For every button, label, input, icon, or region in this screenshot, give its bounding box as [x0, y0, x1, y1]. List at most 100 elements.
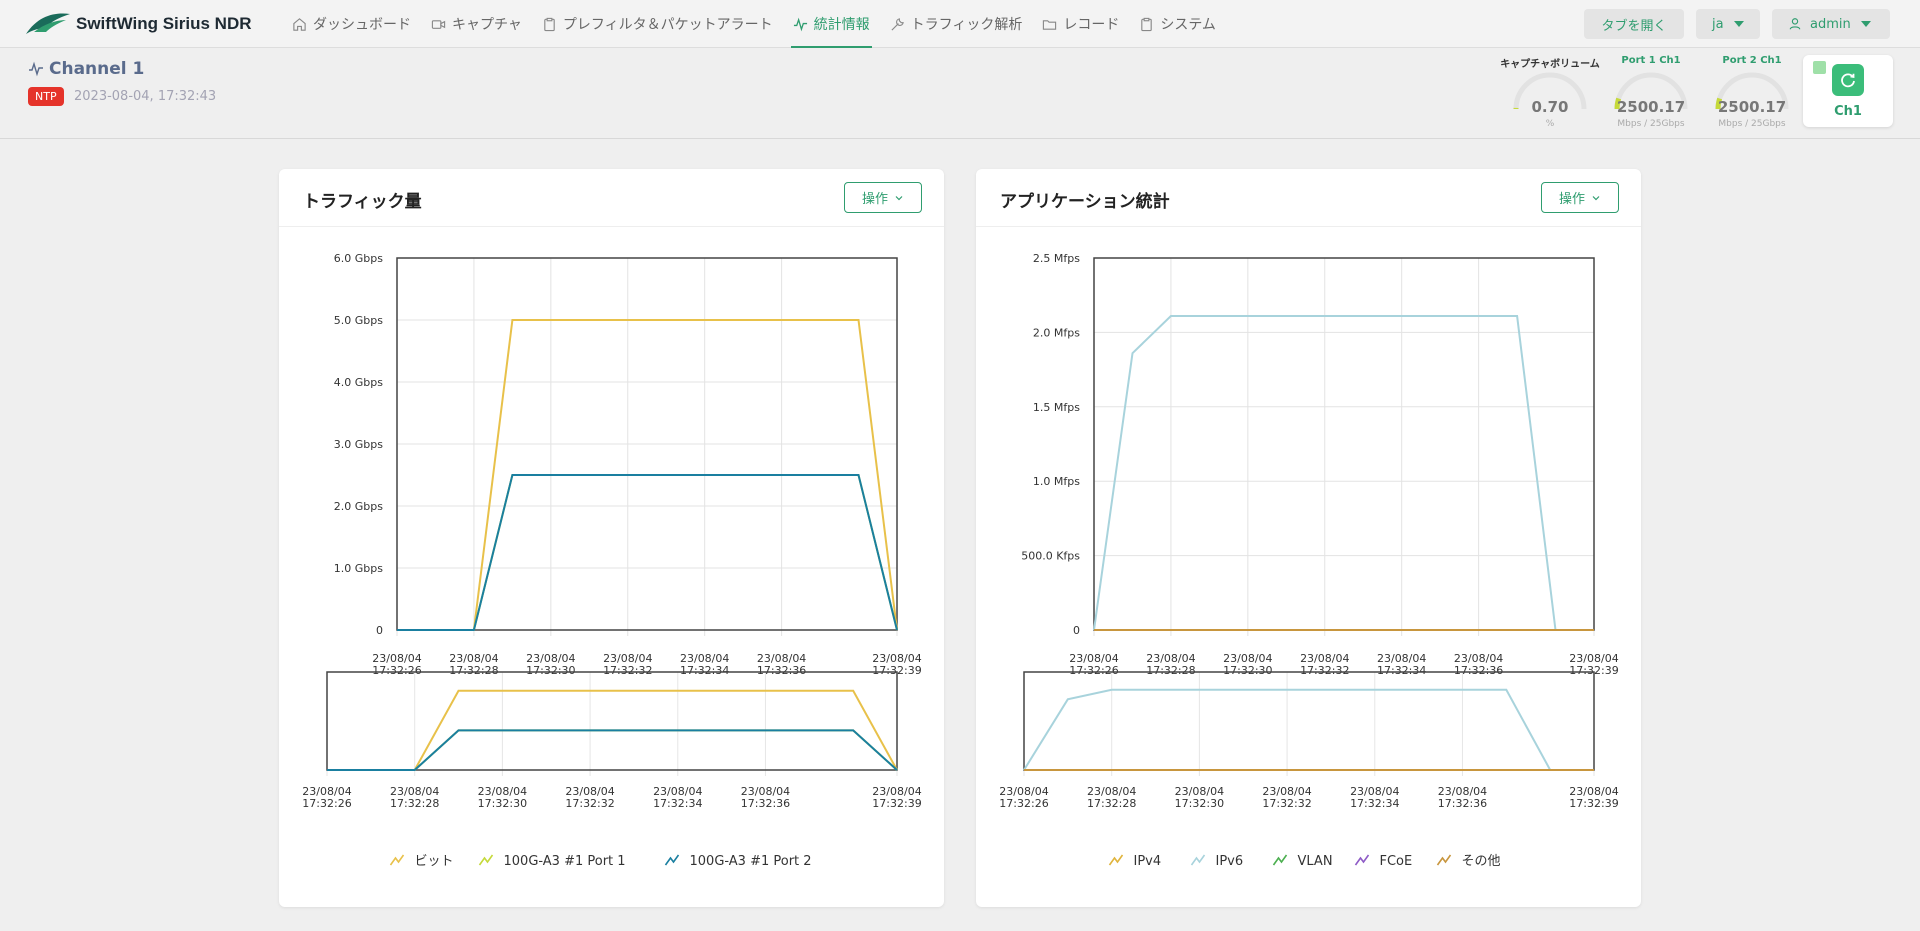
- x-tick-time: 17:32:28: [390, 797, 439, 810]
- gauge: Port 1 Ch1 2500.17 Mbps / 25Gbps: [1601, 55, 1701, 135]
- x-tick-time: 17:32:34: [1350, 797, 1399, 810]
- x-tick-time: 17:32:32: [565, 797, 614, 810]
- gauge-label: Port 1 Ch1: [1621, 55, 1681, 66]
- nav-item-label: トラフィック解析: [910, 17, 1023, 33]
- y-tick-label: 0: [376, 624, 383, 637]
- x-tick-time: 17:32:34: [1377, 664, 1426, 677]
- nav-item-label: キャプチャ: [452, 17, 522, 33]
- plot-border: [1093, 257, 1595, 631]
- legend-swatch: [664, 854, 680, 866]
- legend-item[interactable]: 100G-A3 #1 Port 1: [478, 854, 626, 869]
- legend-label: IPv4: [1134, 854, 1162, 869]
- nav-item-statistics[interactable]: 統計情報: [783, 0, 880, 48]
- legend-label: FCoE: [1380, 854, 1413, 869]
- navigator-border: [326, 671, 898, 771]
- series-line: [397, 474, 898, 631]
- status-indicator: [1813, 61, 1826, 74]
- y-tick-label: 1.0 Gbps: [334, 562, 383, 575]
- channel-timestamp: 2023-08-04, 17:32:43: [74, 89, 217, 104]
- gauge-value: 0.70: [1531, 98, 1569, 116]
- legend-swatch: [478, 854, 494, 866]
- toolbar: タブを開く ja admin: [1584, 9, 1890, 39]
- y-tick-label: 6.0 Gbps: [334, 252, 383, 265]
- x-tick-time: 17:32:28: [1146, 664, 1195, 677]
- y-tick-label: 0: [1073, 624, 1080, 637]
- legend-item[interactable]: その他: [1436, 854, 1501, 869]
- user-menu[interactable]: admin: [1772, 9, 1890, 39]
- traffic-panel: トラフィック量 操作 0 1.0 Gbps 2.0 Gbps 3.0 Gbps 4.0 …: [279, 169, 944, 907]
- x-tick-time: 17:32:26: [999, 797, 1048, 810]
- nav-item-label: プレフィルタ＆パケットアラート: [562, 17, 773, 33]
- legend-item[interactable]: 100G-A3 #1 Port 2: [664, 854, 812, 869]
- nav-item-capture[interactable]: キャプチャ: [421, 0, 532, 48]
- clipboard-icon: [544, 17, 555, 31]
- nav-item-prefilter[interactable]: プレフィルタ＆パケットアラート: [532, 0, 783, 48]
- nav-item-dashboard[interactable]: ダッシュボード: [282, 0, 421, 48]
- y-tick-label: 3.0 Gbps: [334, 438, 383, 451]
- x-tick-time: 17:32:36: [757, 664, 806, 677]
- navigator-series-line: [327, 729, 898, 771]
- gridlines: [396, 257, 898, 636]
- y-tick-label: 1.5 Mfps: [1033, 401, 1080, 414]
- legend-label: IPv6: [1216, 854, 1244, 869]
- actions-label: 操作: [861, 192, 888, 207]
- x-tick-time: 17:32:36: [1438, 797, 1487, 810]
- y-tick-label: 1.0 Mfps: [1033, 475, 1080, 488]
- caret-down-icon: [1860, 21, 1871, 27]
- x-tick-time: 17:32:30: [526, 664, 575, 677]
- x-tick-time: 17:32:28: [449, 664, 498, 677]
- gauge-value: 2500.17: [1717, 98, 1787, 116]
- panel-header: アプリケーション統計 操作: [976, 169, 1641, 227]
- x-tick-time: 17:32:26: [302, 797, 351, 810]
- x-tick-time: 17:32:32: [603, 664, 652, 677]
- nav-item-label: レコード: [1063, 17, 1120, 33]
- x-tick-time: 17:32:32: [1262, 797, 1311, 810]
- navigator-series-line: [327, 729, 898, 771]
- chevron-down-icon: [1592, 195, 1600, 200]
- nav-item-label: 統計情報: [813, 17, 870, 33]
- brand[interactable]: SwiftWing Sirius NDR: [24, 10, 252, 38]
- legend-item[interactable]: ビット: [389, 854, 454, 869]
- x-tick-time: 17:32:36: [1454, 664, 1503, 677]
- open-tab-label: タブを開く: [1601, 18, 1667, 34]
- x-tick-time: 17:32:30: [1223, 664, 1272, 677]
- legend-swatch: [1190, 854, 1206, 866]
- language-value: ja: [1712, 16, 1724, 32]
- activity-icon: [793, 17, 807, 31]
- home-icon: [293, 17, 306, 31]
- legend-label: 100G-A3 #1 Port 2: [690, 854, 812, 869]
- channel-card[interactable]: Ch1: [1803, 55, 1893, 127]
- actions-dropdown-button[interactable]: 操作: [1541, 182, 1619, 213]
- gauge-label: キャプチャボリューム: [1500, 59, 1600, 70]
- gauge-unit: %: [1545, 119, 1555, 129]
- y-tick-label: 2.0 Gbps: [334, 500, 383, 513]
- language-select[interactable]: ja: [1696, 9, 1760, 39]
- actions-dropdown-button[interactable]: 操作: [844, 182, 922, 213]
- y-tick-label: 5.0 Gbps: [334, 314, 383, 327]
- gauge-unit: Mbps / 25Gbps: [1718, 119, 1786, 129]
- application-chart: 0 500.0 Kfps 1.0 Mfps 1.5 Mfps 2.0 Mfps 2.5 M…: [999, 252, 1618, 869]
- legend-swatch: [1436, 854, 1452, 866]
- nav-item-system[interactable]: システム: [1129, 0, 1226, 48]
- open-tab-button[interactable]: タブを開く: [1584, 9, 1684, 39]
- swiftwing-logo-icon: [26, 13, 70, 34]
- x-tick-time: 17:32:30: [478, 797, 527, 810]
- legend-item[interactable]: VLAN: [1272, 854, 1333, 869]
- gauge: キャプチャボリューム 0.70%: [1500, 55, 1600, 135]
- channel-title-text: Channel 1: [49, 59, 145, 79]
- user-icon: [1789, 18, 1801, 30]
- legend-swatch: [1272, 854, 1288, 866]
- legend-item[interactable]: FCoE: [1354, 854, 1413, 869]
- legend-item[interactable]: IPv4: [1108, 854, 1162, 869]
- legend-swatch: [1354, 854, 1370, 866]
- ntp-badge: NTP: [28, 87, 64, 106]
- x-tick-time: 17:32:32: [1300, 664, 1349, 677]
- legend-item[interactable]: IPv6: [1190, 854, 1244, 869]
- navigator-series-line: [1023, 688, 1594, 771]
- panel-header: トラフィック量 操作: [279, 169, 944, 227]
- gridlines: [1093, 257, 1595, 636]
- navigator-gridlines: [326, 672, 898, 776]
- nav-item-traffic-analysis[interactable]: トラフィック解析: [880, 0, 1033, 48]
- application-panel: アプリケーション統計 操作 0 500.0 Kfps 1.0 Mfps 1.5 Mfp…: [976, 169, 1641, 907]
- nav-item-records[interactable]: レコード: [1032, 0, 1129, 48]
